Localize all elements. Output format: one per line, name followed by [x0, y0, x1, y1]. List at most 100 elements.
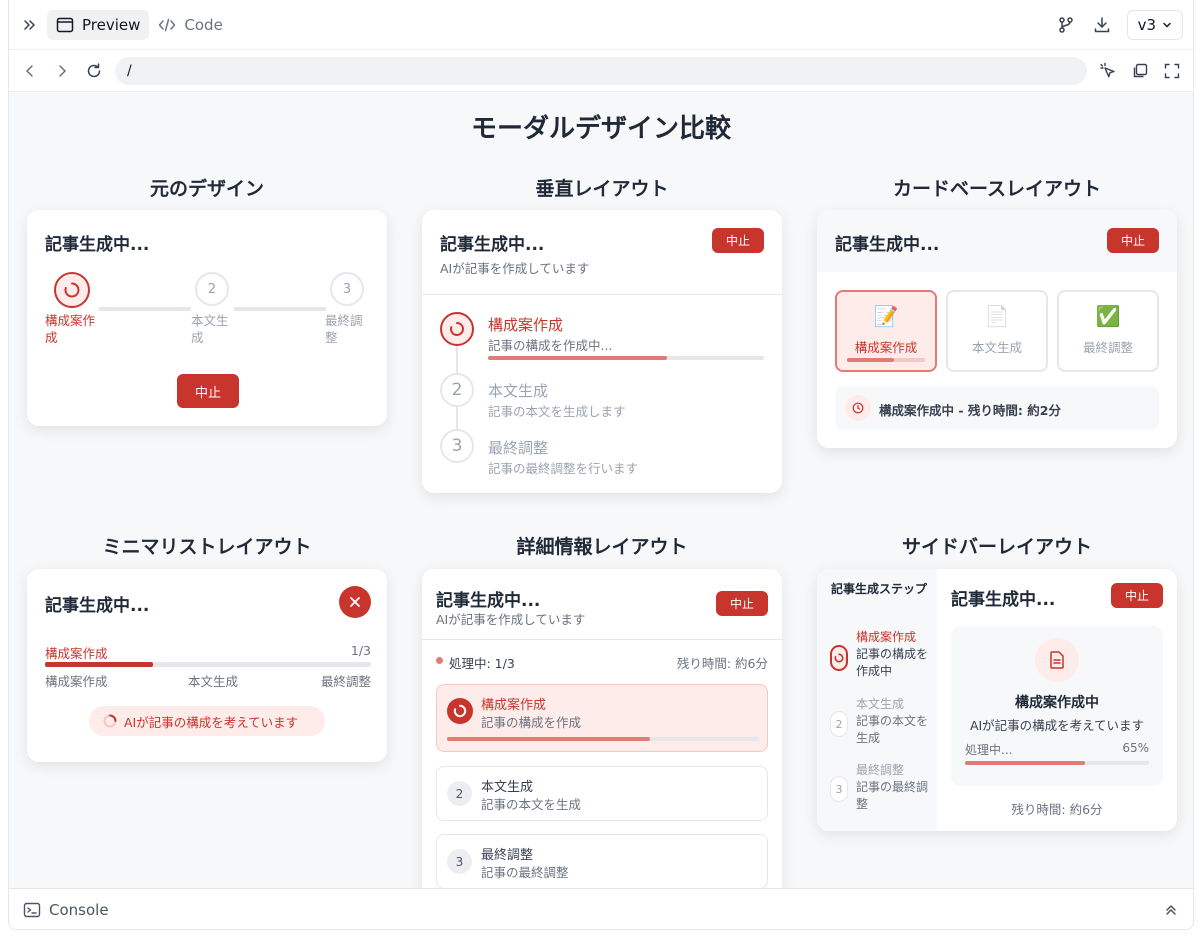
tab-code[interactable]: Code	[149, 10, 231, 40]
check-icon: ✅	[1095, 304, 1121, 328]
document-icon: 📄	[984, 304, 1010, 328]
modal-title: 記事生成中...	[835, 235, 940, 255]
step-label: 最終調整	[481, 848, 534, 863]
stop-button[interactable]: 中止	[177, 374, 239, 408]
remaining-time: 残り時間: 約6分	[1011, 802, 1103, 817]
step-card-progress-fill	[847, 358, 894, 362]
step-label: 本文生成	[488, 382, 549, 400]
stop-button[interactable]: 中止	[1111, 583, 1163, 608]
sidebar-step-desc: 記事の本文を生成	[856, 714, 929, 745]
modal-original: 記事生成中... 構成案作成 2 本文生成 3 最終調整 中止	[27, 210, 387, 426]
version-select[interactable]: v3	[1126, 9, 1183, 40]
step-card[interactable]: 📝 構成案作成	[835, 290, 937, 372]
step-connector	[234, 307, 326, 311]
refresh-icon[interactable]	[83, 60, 105, 82]
modal-vertical: 記事生成中... AIが記事を作成しています 中止 構成案作成 記事の構成を作成…	[422, 210, 782, 493]
status-pill: AIが記事の構成を考えています	[89, 706, 325, 736]
step-spinner-icon	[830, 645, 848, 671]
spinner-icon	[103, 714, 117, 728]
status-dot	[436, 657, 443, 664]
step-number: 2	[830, 711, 848, 737]
stop-button[interactable]: 中止	[712, 228, 764, 253]
percent-text: 65%	[1122, 741, 1149, 755]
step-number: 3	[447, 849, 472, 874]
step-connector	[99, 307, 191, 311]
progress-bar	[45, 662, 371, 667]
modal-subtitle: AIが記事を作成しています	[440, 261, 590, 276]
sidebar-step-desc: 記事の構成を作成中	[856, 647, 929, 678]
current-step-label: 構成案作成	[45, 646, 108, 661]
forward-icon[interactable]	[51, 60, 73, 82]
url-input[interactable]: /	[115, 56, 1087, 85]
step-label: 構成案作成	[488, 316, 564, 334]
step-number: 2	[195, 272, 229, 306]
preview-frame: Preview Code v3 / モーダルデザイン比較 元のデザイン 記事生成…	[8, 0, 1194, 930]
modal-title: 記事生成中...	[45, 235, 150, 255]
close-icon[interactable]	[339, 586, 371, 618]
panel-progress-fill	[965, 761, 1085, 765]
branch-icon[interactable]	[1055, 14, 1077, 36]
console-label: Console	[49, 900, 109, 919]
step-desc: 記事の最終調整を行います	[488, 461, 639, 476]
step-number: 3	[830, 776, 848, 802]
document-icon	[1035, 638, 1079, 682]
step-card[interactable]: 📄 本文生成	[946, 290, 1048, 372]
step-progress-fill	[488, 356, 668, 360]
url-bar: /	[9, 50, 1193, 92]
step-desc: 記事の最終調整	[481, 865, 569, 880]
back-icon[interactable]	[19, 60, 41, 82]
status-box: 構成案作成中 - 残り時間: 約2分	[835, 386, 1159, 430]
divider	[422, 294, 782, 295]
select-element-icon[interactable]	[1097, 60, 1119, 82]
step-card-progress	[847, 358, 925, 362]
modal-minimal: 記事生成中... 構成案作成 1/3 構成案作成 本文生成 最終調整 AIが記事…	[27, 569, 387, 762]
page-title: モーダルデザイン比較	[470, 114, 731, 144]
terminal-icon	[23, 902, 41, 917]
step-number: 3	[440, 429, 474, 463]
clock-icon	[845, 395, 871, 421]
step-label: 構成案作成	[45, 313, 96, 345]
stop-button[interactable]: 中止	[1107, 228, 1159, 253]
chevrons-up-icon[interactable]	[1163, 902, 1179, 918]
sidebar-step-label: 構成案作成	[856, 630, 917, 644]
preview-canvas: モーダルデザイン比較 元のデザイン 記事生成中... 構成案作成 2 本文生成 …	[9, 92, 1193, 888]
sidebar-step-desc: 記事の最終調整	[856, 780, 929, 811]
sidebar-title: 記事生成ステップ	[831, 582, 928, 596]
section-title-cardbase: カードベースレイアウト	[892, 178, 1102, 200]
modal-subtitle: AIが記事を作成しています	[436, 612, 586, 627]
code-icon	[159, 18, 176, 31]
console-bar[interactable]: Console	[9, 888, 1193, 929]
sidebar-step-label: 本文生成	[856, 697, 905, 711]
status-panel: 構成案作成中 AIが記事の構成を考えています 処理中... 65%	[951, 626, 1163, 786]
modal-detail: 記事生成中... AIが記事を作成しています 中止 処理中: 1/3 残り時間:…	[422, 569, 782, 888]
status-text: AIが記事の構成を考えています	[124, 714, 299, 730]
processing-text: 処理中...	[965, 743, 1013, 757]
url-text: /	[127, 62, 132, 79]
progress-fill	[45, 662, 153, 667]
section-title-vertical: 垂直レイアウト	[535, 178, 669, 200]
step-label: 本文生成	[191, 313, 229, 345]
stop-button[interactable]: 中止	[716, 591, 768, 616]
modal-sidebar: 記事生成ステップ 構成案作成 記事の構成を作成中 2 本文生成 記事の本文を生成…	[817, 569, 1177, 831]
chevron-down-icon	[1163, 22, 1171, 28]
step-desc: 記事の構成を作成	[481, 715, 582, 730]
steps-sidebar: 記事生成ステップ 構成案作成 記事の構成を作成中 2 本文生成 記事の本文を生成…	[817, 569, 937, 831]
expand-icon[interactable]	[19, 14, 41, 36]
step-card[interactable]: ✅ 最終調整	[1057, 290, 1159, 372]
processing-text: 処理中: 1/3	[449, 656, 515, 671]
tab-preview[interactable]: Preview	[47, 9, 150, 40]
new-window-icon[interactable]	[1129, 60, 1151, 82]
panel-desc: AIが記事の構成を考えています	[969, 718, 1145, 733]
memo-icon: 📝	[873, 304, 899, 328]
fullscreen-icon[interactable]	[1161, 60, 1183, 82]
tab-preview-label: Preview	[82, 15, 141, 34]
section-title-detail: 詳細情報レイアウト	[516, 536, 688, 558]
tab-code-label: Code	[184, 15, 223, 34]
step-item: 3 最終調整 記事の最終調整	[436, 834, 768, 888]
step-number: 2	[440, 373, 474, 407]
step-desc: 記事の本文を生成	[481, 797, 582, 812]
step-label: 構成案作成	[481, 698, 547, 713]
section-title-minimal: ミニマリストレイアウト	[102, 536, 312, 558]
download-icon[interactable]	[1091, 14, 1113, 36]
modal-cardbase: 記事生成中... 中止 📝 構成案作成 📄 本文生成 ✅ 最終調整 構成案作成中…	[817, 210, 1177, 448]
